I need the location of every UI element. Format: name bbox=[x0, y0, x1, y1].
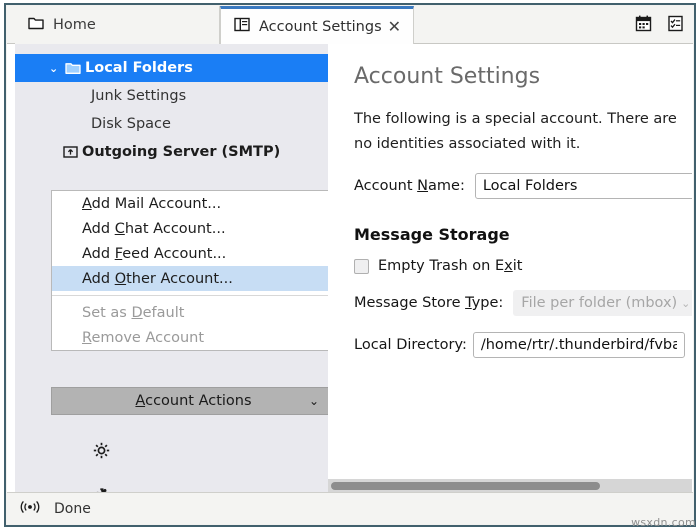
calendar-icon[interactable] bbox=[635, 15, 652, 36]
tab-account-settings-label: Account Settings bbox=[259, 18, 382, 35]
account-settings-content: Account Settings The following is a spec… bbox=[328, 44, 692, 358]
horizontal-scrollbar[interactable] bbox=[328, 479, 692, 492]
chevron-down-icon: ⌄ bbox=[681, 296, 691, 310]
message-store-type-row: Message Store Type: File per folder (mbo… bbox=[354, 290, 692, 316]
tree-item-label: Outgoing Server (SMTP) bbox=[82, 144, 281, 160]
menu-item-add-chat-account[interactable]: Add Chat Account... bbox=[52, 216, 328, 241]
tree-item-label: Junk Settings bbox=[91, 88, 187, 104]
menu-item-add-mail-account[interactable]: Add Mail Account... bbox=[52, 191, 328, 216]
tab-strip-actions bbox=[635, 6, 684, 44]
folder-icon bbox=[65, 62, 81, 75]
tab-home[interactable]: Home bbox=[15, 6, 220, 44]
message-store-type-label: Message Store Type: bbox=[354, 295, 504, 311]
tree-item-label: Local Folders bbox=[85, 60, 193, 76]
horizontal-scrollbar-thumb[interactable] bbox=[331, 482, 601, 490]
status-text: Done bbox=[54, 500, 91, 517]
application-window: Home Account Settings ✕ ⌄ Local Folders … bbox=[4, 3, 696, 527]
tab-close-icon[interactable]: ✕ bbox=[388, 18, 401, 35]
sidebar-bottom-icons bbox=[93, 442, 110, 492]
local-directory-row: Local Directory: bbox=[354, 332, 692, 358]
tree-item-outgoing-server[interactable]: Outgoing Server (SMTP) bbox=[15, 138, 328, 166]
accounts-sidebar: ⌄ Local Folders Junk Settings Disk Space bbox=[15, 44, 328, 492]
addons-puzzle-icon[interactable] bbox=[93, 485, 110, 492]
body-area: ⌄ Local Folders Junk Settings Disk Space bbox=[7, 44, 693, 492]
tree-item-local-folders[interactable]: ⌄ Local Folders bbox=[15, 54, 328, 82]
account-actions-menu: Add Mail Account... Add Chat Account... … bbox=[51, 190, 328, 351]
menu-item-remove-account[interactable]: Remove Account bbox=[52, 325, 328, 350]
watermark: wsxdn.com bbox=[631, 516, 696, 529]
account-name-input[interactable] bbox=[474, 173, 692, 199]
folder-icon bbox=[28, 16, 44, 34]
account-actions-label: Account Actions bbox=[135, 393, 252, 409]
tree-item-disk-space[interactable]: Disk Space bbox=[15, 110, 328, 138]
local-directory-input[interactable] bbox=[472, 332, 685, 358]
settings-gear-icon[interactable] bbox=[93, 442, 110, 463]
account-name-row: Account Name: bbox=[354, 173, 692, 199]
account-name-label: Account Name: bbox=[354, 178, 465, 194]
intro-text: The following is a special account. Ther… bbox=[354, 111, 677, 152]
message-store-type-select[interactable]: File per folder (mbox) ⌄ bbox=[513, 290, 692, 316]
menu-item-add-feed-account[interactable]: Add Feed Account... bbox=[52, 241, 328, 266]
window-inner: Home Account Settings ✕ ⌄ Local Folders … bbox=[6, 5, 694, 525]
broadcast-icon bbox=[20, 500, 40, 518]
menu-item-add-other-account[interactable]: Add Other Account... bbox=[52, 266, 328, 291]
chevron-down-icon: ⌄ bbox=[308, 394, 319, 408]
chevron-down-icon[interactable]: ⌄ bbox=[49, 63, 63, 74]
empty-trash-checkbox[interactable] bbox=[354, 258, 369, 274]
tab-home-label: Home bbox=[53, 17, 96, 33]
tab-strip: Home Account Settings ✕ bbox=[7, 6, 693, 44]
message-storage-heading: Message Storage bbox=[354, 225, 510, 244]
smtp-server-icon bbox=[63, 145, 78, 159]
accounts-tree: ⌄ Local Folders Junk Settings Disk Space bbox=[15, 54, 328, 166]
menu-separator bbox=[52, 295, 328, 296]
account-settings-pane: Account Settings The following is a spec… bbox=[328, 44, 692, 492]
tree-item-label: Disk Space bbox=[91, 116, 171, 132]
tasks-icon[interactable] bbox=[667, 15, 684, 36]
page-title: Account Settings bbox=[354, 64, 541, 89]
empty-trash-row: Empty Trash on Exit bbox=[354, 258, 692, 274]
account-settings-icon bbox=[234, 17, 250, 36]
status-bar: Done bbox=[7, 492, 693, 524]
message-store-type-value: File per folder (mbox) bbox=[521, 295, 678, 311]
local-directory-label: Local Directory: bbox=[354, 337, 467, 353]
tree-item-junk-settings[interactable]: Junk Settings bbox=[15, 82, 328, 110]
empty-trash-label: Empty Trash on Exit bbox=[378, 258, 523, 274]
account-actions-button[interactable]: Account Actions ⌄ bbox=[51, 387, 328, 415]
tab-account-settings[interactable]: Account Settings ✕ bbox=[220, 6, 414, 44]
menu-item-set-as-default[interactable]: Set as Default bbox=[52, 300, 328, 325]
